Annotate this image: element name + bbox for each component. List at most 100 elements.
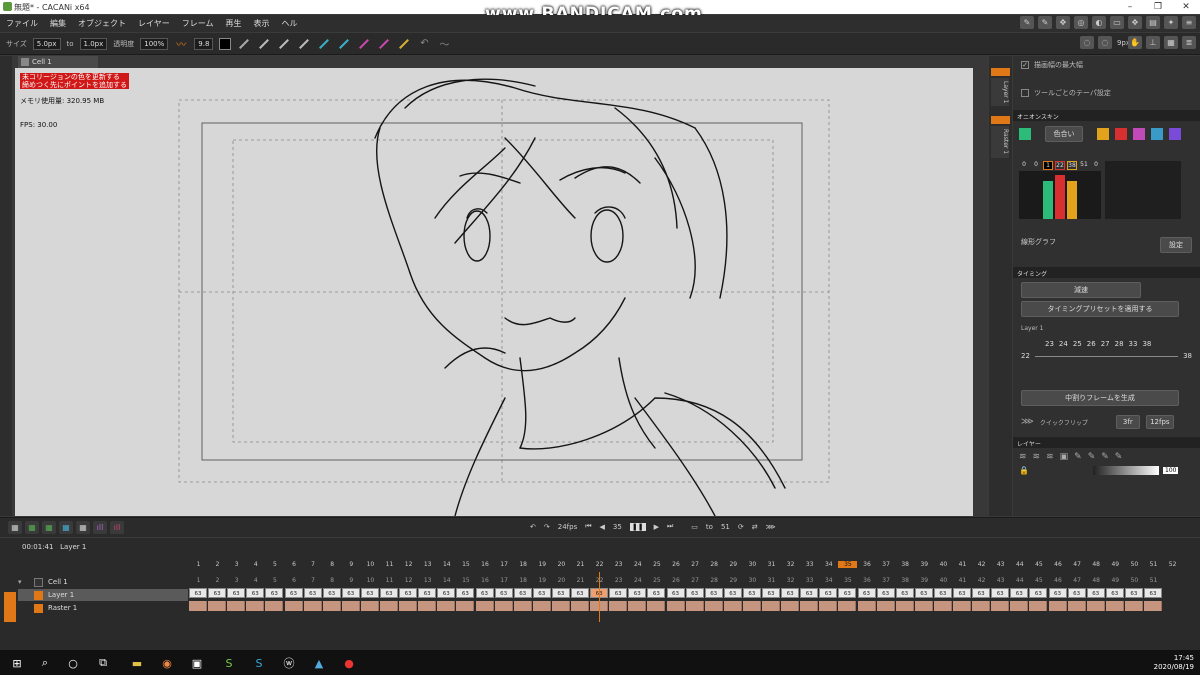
keyframe-cell[interactable]: 63 bbox=[360, 588, 379, 598]
keyframe-cell[interactable]: 63 bbox=[1124, 588, 1143, 598]
redo-icon[interactable]: ↷ bbox=[544, 523, 550, 531]
keyframe-cell[interactable]: 63 bbox=[513, 588, 532, 598]
flip-icon[interactable]: ⋙ bbox=[766, 523, 776, 531]
apply-preset-button[interactable]: タイミングプリセットを適用する bbox=[1021, 301, 1179, 317]
raster-cell[interactable] bbox=[742, 601, 761, 611]
size-max-field[interactable]: 1.0px bbox=[79, 37, 108, 50]
opacity-field[interactable]: 100% bbox=[140, 37, 169, 50]
pen-icon-2[interactable] bbox=[257, 37, 271, 51]
raster-cell[interactable] bbox=[895, 601, 914, 611]
keyframe-cell[interactable]: 63 bbox=[208, 588, 227, 598]
raster-cell[interactable] bbox=[704, 601, 723, 611]
keyframe-cell[interactable]: 63 bbox=[418, 588, 437, 598]
raster-cell[interactable] bbox=[781, 601, 800, 611]
keyframe-cell[interactable]: 63 bbox=[742, 588, 761, 598]
keyframe-cell[interactable]: 63 bbox=[284, 588, 303, 598]
menu-file[interactable]: ファイル bbox=[0, 18, 44, 29]
onion-color-red[interactable] bbox=[1115, 128, 1127, 140]
tool-icon-2[interactable]: ✎ bbox=[1038, 16, 1052, 29]
keyframe-cell[interactable]: 63 bbox=[666, 588, 685, 598]
keyframe-cell[interactable]: 63 bbox=[953, 588, 971, 598]
keyframe-cell[interactable]: 63 bbox=[1105, 588, 1124, 598]
layers-icon[interactable]: ≡ bbox=[1182, 16, 1196, 29]
frame-number[interactable]: 12 bbox=[399, 561, 418, 568]
raster-cell[interactable] bbox=[666, 601, 685, 611]
timeline-side-tab[interactable] bbox=[4, 592, 16, 622]
keyframe-cell[interactable]: 63 bbox=[800, 588, 819, 598]
menu-view[interactable]: 表示 bbox=[248, 18, 276, 29]
chrome-icon[interactable]: ◉ bbox=[158, 654, 176, 672]
keyframe-cell[interactable]: 63 bbox=[685, 588, 704, 598]
tool-icon-6[interactable]: ▭ bbox=[1110, 16, 1124, 29]
frame-number[interactable]: 26 bbox=[667, 561, 686, 568]
raster-cell[interactable] bbox=[953, 601, 971, 611]
pen-icon-5[interactable] bbox=[317, 37, 331, 51]
max-width-option[interactable]: ✓ 描画幅の最大幅 bbox=[1013, 56, 1200, 74]
keyframe-cell[interactable]: 63 bbox=[1067, 588, 1086, 598]
pen-icon-6[interactable] bbox=[337, 37, 351, 51]
raster-cell[interactable] bbox=[551, 601, 570, 611]
raster-cell[interactable] bbox=[762, 601, 780, 611]
timeline-tool-icon[interactable]: ▦ bbox=[8, 521, 22, 534]
tool-icon-8[interactable]: ▤ bbox=[1146, 16, 1160, 29]
keyframe-cell[interactable]: 63 bbox=[456, 588, 475, 598]
keyframe-cell[interactable]: 63 bbox=[437, 588, 456, 598]
frame-number[interactable]: 20 bbox=[552, 561, 571, 568]
raster-cell[interactable] bbox=[494, 601, 513, 611]
layer-stack-icon[interactable]: ≋ bbox=[1046, 452, 1054, 462]
keyframe-cell[interactable]: 63 bbox=[762, 588, 780, 598]
keyframe-cell[interactable]: 63 bbox=[380, 588, 398, 598]
keyframe-cell[interactable]: 63 bbox=[399, 588, 418, 598]
keyframe-cell[interactable]: 63 bbox=[1086, 588, 1105, 598]
frame-number[interactable]: 8 bbox=[323, 561, 342, 568]
onion-mode-dropdown[interactable]: 色合い bbox=[1045, 126, 1083, 142]
frame-number[interactable]: 52 bbox=[1163, 561, 1182, 568]
opacity-value[interactable]: 100 bbox=[1163, 467, 1179, 474]
raster-cell[interactable] bbox=[399, 601, 418, 611]
dock-tab-raster[interactable]: Raster 1 bbox=[991, 126, 1009, 158]
layer-row-cell[interactable]: ▾ Cell 1 bbox=[18, 576, 188, 588]
expand-icon[interactable]: ▾ bbox=[18, 578, 26, 586]
close-button[interactable]: ✕ bbox=[1172, 0, 1200, 14]
explorer-icon[interactable]: ▬ bbox=[128, 654, 146, 672]
clock[interactable]: 17:45 2020/08/19 bbox=[1154, 654, 1194, 672]
frame-number[interactable]: 40 bbox=[934, 561, 953, 568]
raster-cell[interactable] bbox=[303, 601, 322, 611]
raster-cell[interactable] bbox=[609, 601, 628, 611]
timeline-tool-icon[interactable]: ▦ bbox=[42, 521, 56, 534]
raster-cell[interactable] bbox=[380, 601, 398, 611]
pause-button[interactable]: ❚❚ bbox=[629, 522, 646, 531]
stroke-mode-icon-2[interactable]: ◌ bbox=[1098, 36, 1112, 49]
app-icon-s[interactable]: S bbox=[220, 654, 238, 672]
keyframe-cell[interactable]: 63 bbox=[494, 588, 513, 598]
app-icon-cacani[interactable]: ▣ bbox=[188, 654, 206, 672]
keyframe-cell[interactable]: 63 bbox=[781, 588, 800, 598]
keyframe-cell[interactable]: 63 bbox=[857, 588, 876, 598]
first-frame-icon[interactable]: ⏮ bbox=[585, 522, 591, 531]
keyframe-cell[interactable]: 63 bbox=[246, 588, 265, 598]
frame-number[interactable]: 14 bbox=[437, 561, 456, 568]
frame-number[interactable]: 31 bbox=[762, 561, 781, 568]
tool-icon-9[interactable]: ✦ bbox=[1164, 16, 1178, 29]
frame-number[interactable]: 48 bbox=[1087, 561, 1106, 568]
frame-number[interactable]: 42 bbox=[972, 561, 991, 568]
pingpong-icon[interactable]: ⇄ bbox=[752, 523, 758, 531]
raster-cell[interactable] bbox=[685, 601, 704, 611]
timing-slider[interactable]: 22 38 bbox=[1021, 350, 1192, 362]
frame-number[interactable]: 34 bbox=[819, 561, 838, 568]
pen-icon-8[interactable] bbox=[377, 37, 391, 51]
raster-cell[interactable] bbox=[1105, 601, 1124, 611]
layer-stack-icon[interactable]: ≋ bbox=[1033, 452, 1041, 462]
raster-cell[interactable] bbox=[513, 601, 532, 611]
stack-icon[interactable]: ≣ bbox=[1182, 36, 1196, 49]
raster-cell[interactable] bbox=[933, 601, 952, 611]
raster-cell[interactable] bbox=[1067, 601, 1086, 611]
keyframe-cell[interactable]: 63 bbox=[322, 588, 341, 598]
pen-color-icon[interactable]: ✎ bbox=[1115, 452, 1123, 462]
extra-field[interactable]: 9.8 bbox=[194, 37, 214, 50]
quickflip-fps[interactable]: 12fps bbox=[1145, 415, 1174, 429]
app-icon-w[interactable]: ⓦ bbox=[280, 654, 298, 672]
keyframe-cell[interactable]: 63 bbox=[1029, 588, 1048, 598]
pressure-curve-icon[interactable]: 〰 bbox=[174, 37, 188, 51]
keyframe-cell[interactable]: 63 bbox=[265, 588, 284, 598]
